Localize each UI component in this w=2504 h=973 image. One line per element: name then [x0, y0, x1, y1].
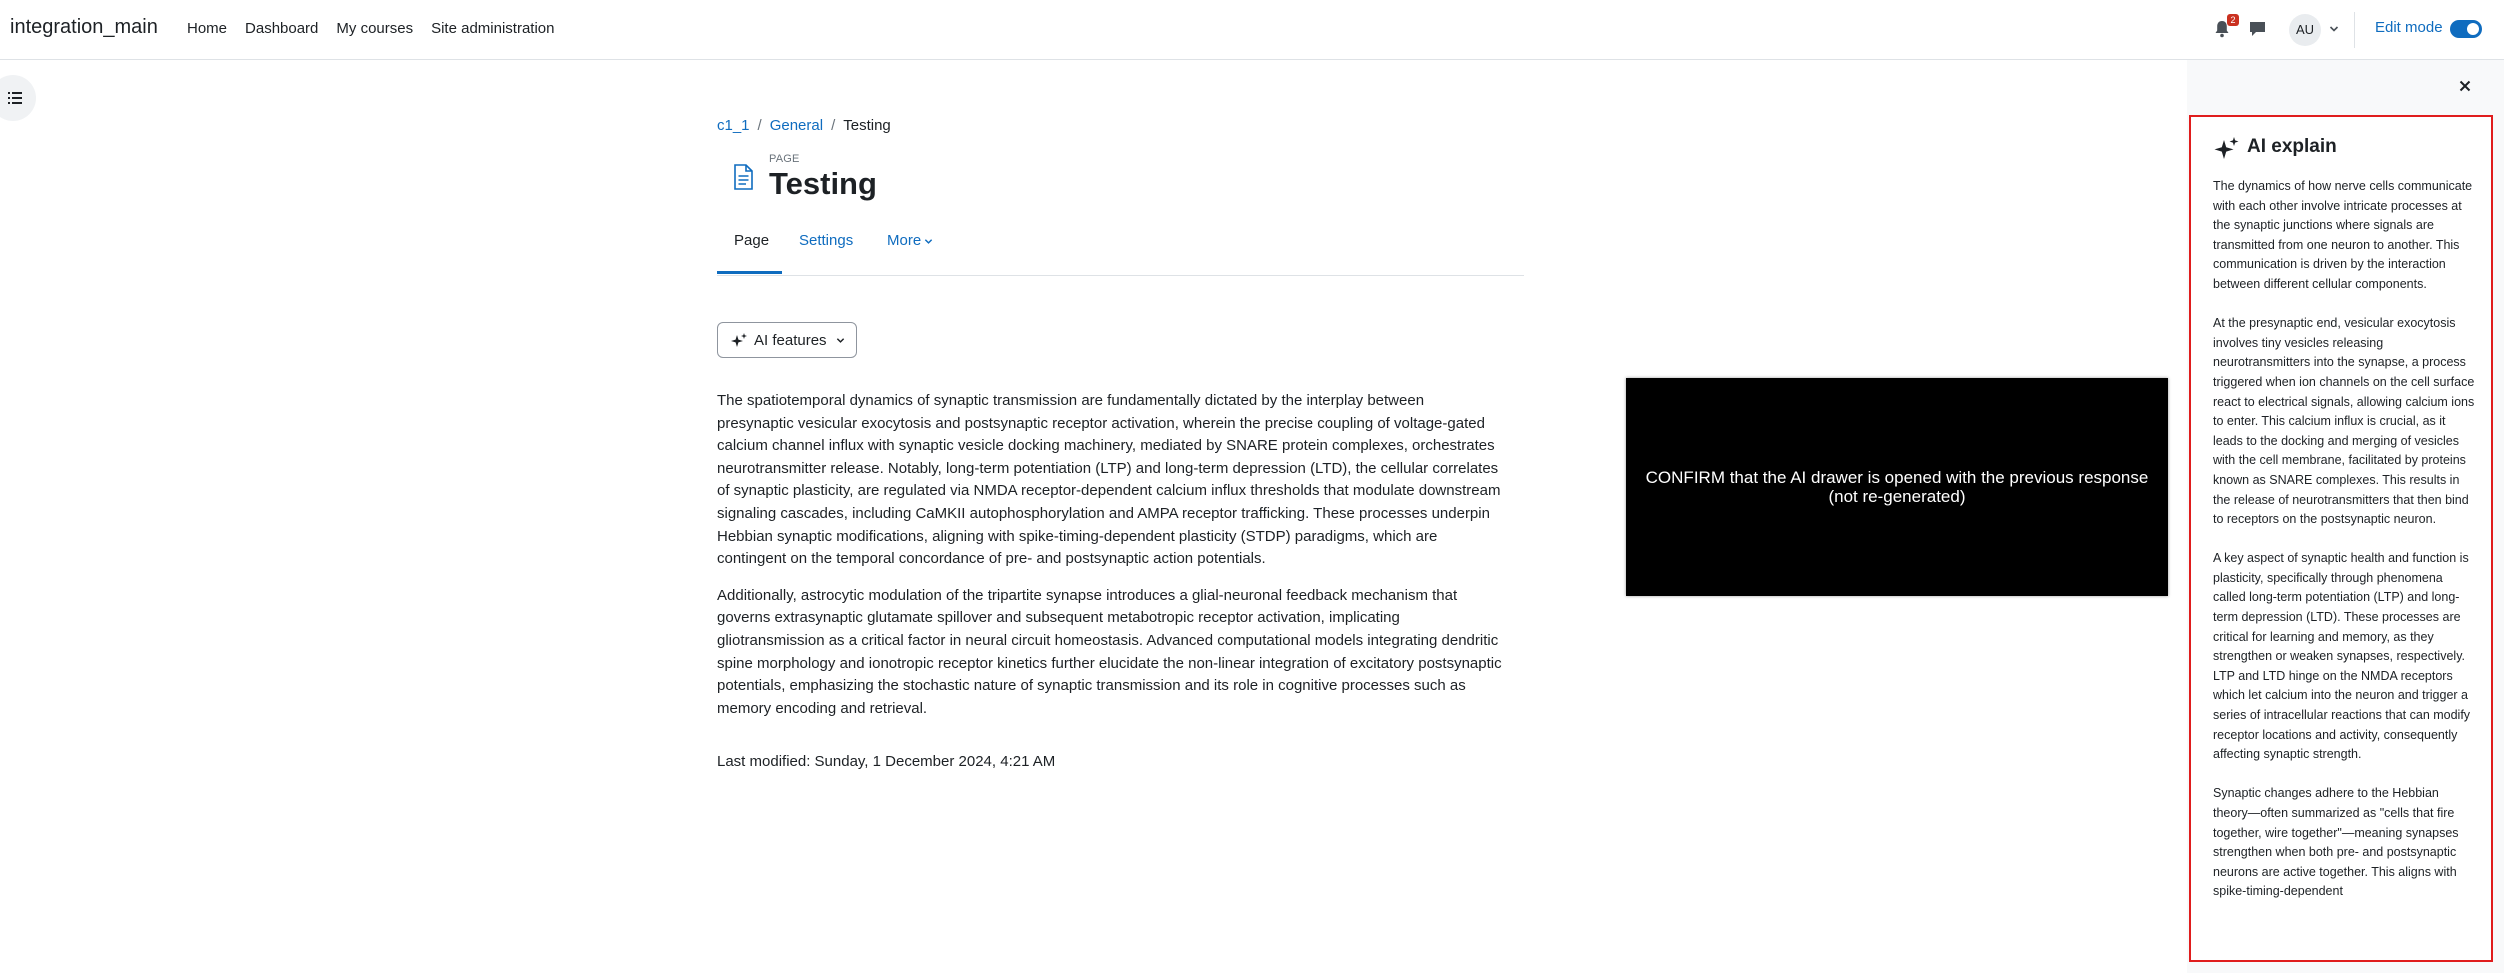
ai-explain-response: The dynamics of how nerve cells communic… [2213, 177, 2475, 922]
tab-page[interactable]: Page [734, 232, 769, 249]
page-title: Testing [769, 166, 877, 201]
sparkle-icon [2214, 137, 2239, 159]
ai-explain-panel: AI explain The dynamics of how nerve cel… [2189, 115, 2493, 962]
ai-response-paragraph: The dynamics of how nerve cells communic… [2213, 179, 2473, 291]
edit-mode-toggle[interactable] [2450, 20, 2482, 38]
activity-type-label: PAGE [769, 153, 800, 165]
ai-response-paragraph: A key aspect of synaptic health and func… [2213, 551, 2471, 762]
last-modified-text: Last modified: Sunday, 1 December 2024, … [717, 753, 1056, 770]
sparkle-icon [731, 333, 747, 347]
tab-more[interactable]: More [887, 232, 933, 249]
secondary-navigation: Page Settings More [717, 222, 1524, 276]
close-icon[interactable] [2457, 78, 2473, 94]
nav-site-administration[interactable]: Site administration [431, 20, 554, 37]
course-index-toggle[interactable] [0, 75, 36, 121]
breadcrumb: c1_1/General / Testing [717, 117, 891, 134]
ai-features-button[interactable]: AI features [717, 322, 857, 358]
top-navbar: integration_main Home Dashboard My cours… [0, 0, 2504, 60]
ai-features-label: AI features [754, 332, 827, 349]
content-paragraph: The spatiotemporal dynamics of synaptic … [717, 392, 1501, 568]
confirm-instruction-box: CONFIRM that the AI drawer is opened wit… [1626, 378, 2168, 596]
site-brand[interactable]: integration_main [10, 16, 158, 39]
chevron-down-icon [925, 238, 933, 244]
breadcrumb-section[interactable]: General [770, 117, 823, 134]
content-paragraph: Additionally, astrocytic modulation of t… [717, 586, 1502, 717]
nav-dashboard[interactable]: Dashboard [245, 20, 318, 37]
ai-response-paragraph: At the presynaptic end, vesicular exocyt… [2213, 316, 2475, 527]
navbar-divider [2354, 12, 2355, 48]
chevron-down-icon[interactable] [2329, 24, 2339, 34]
active-tab-indicator [717, 271, 782, 274]
breadcrumb-course[interactable]: c1_1 [717, 117, 750, 134]
tab-more-label: More [887, 232, 922, 249]
notification-count-badge: 2 [2227, 14, 2239, 26]
nav-my-courses[interactable]: My courses [336, 20, 413, 37]
ai-response-paragraph: Synaptic changes adhere to the Hebbian t… [2213, 786, 2459, 899]
ai-explain-title: AI explain [2247, 136, 2337, 157]
edit-mode-label[interactable]: Edit mode [2375, 19, 2443, 36]
user-avatar[interactable]: AU [2289, 14, 2321, 46]
nav-home[interactable]: Home [187, 20, 227, 37]
confirm-instruction-text: CONFIRM that the AI drawer is opened wit… [1645, 468, 2149, 506]
tab-settings[interactable]: Settings [799, 232, 853, 249]
breadcrumb-current: Testing [843, 117, 891, 134]
page-content: The spatiotemporal dynamics of synaptic … [717, 390, 1502, 734]
page-document-icon [734, 164, 753, 190]
primary-navigation: Home Dashboard My courses Site administr… [187, 20, 555, 37]
messages-icon[interactable] [2249, 21, 2266, 37]
list-icon [8, 92, 22, 104]
chevron-down-icon [836, 338, 845, 343]
